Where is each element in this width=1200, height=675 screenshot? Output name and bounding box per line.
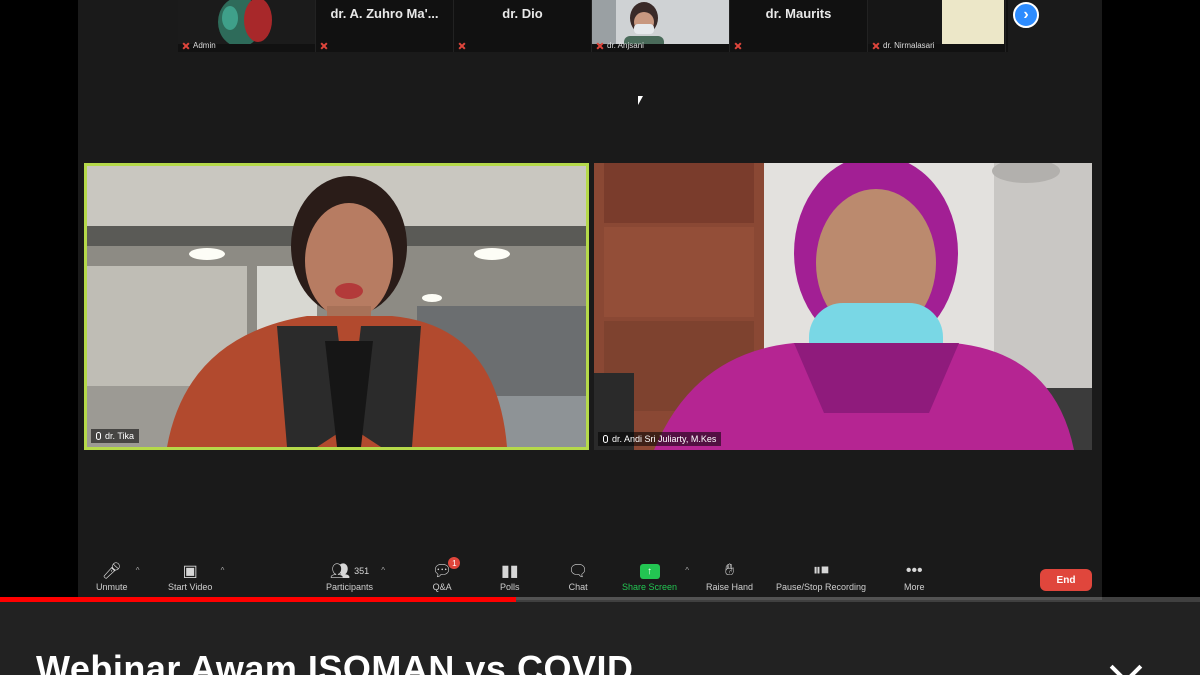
participant-video — [868, 0, 1005, 44]
pause-stop-recording-button[interactable]: ⏸︎⏹︎ Pause/Stop Recording — [776, 560, 866, 592]
participant-video — [87, 166, 586, 447]
chevron-up-icon[interactable]: ^ — [381, 566, 385, 575]
start-video-button[interactable]: ▣ Start Video ^ — [168, 560, 224, 592]
chat-icon: 🗨︎ — [568, 563, 589, 580]
share-screen-icon: ↑ — [639, 560, 660, 582]
participant-thumbnail[interactable]: dr. A. Zuhro Ma'... — [316, 0, 454, 52]
button-label: Raise Hand — [706, 582, 754, 592]
microphone-icon — [96, 432, 101, 440]
chevron-up-icon[interactable]: ^ — [221, 566, 225, 575]
muted-microphone-icon: 🎤︎ — [101, 563, 122, 580]
muted-mic-icon — [596, 42, 604, 50]
button-label: Chat — [568, 582, 588, 592]
microphone-icon — [603, 435, 608, 443]
participants-button[interactable]: 👥︎ 351 Participants ^ — [326, 560, 385, 592]
meeting-toolbar: 🎤︎ Unmute ^ ▣ Start Video ^ 👥︎ 351 Parti… — [78, 552, 1102, 600]
participant-name-tag: dr. Andi Sri Juliarty, M.Kes — [598, 432, 722, 446]
chevron-right-icon[interactable]: › — [1013, 2, 1039, 28]
participant-thumbnail-strip: Admin dr. A. Zuhro Ma'... dr. Dio dr. An… — [178, 0, 1008, 52]
qa-badge: 1 — [448, 557, 461, 569]
muted-mic-icon — [872, 42, 880, 50]
participant-label — [734, 42, 742, 50]
qa-icon: 💬︎ 1 — [432, 557, 461, 582]
button-label: Pause/Stop Recording — [776, 582, 867, 592]
muted-mic-icon — [182, 42, 190, 50]
button-label: Participants — [326, 582, 374, 592]
video-off-icon: ▣ — [182, 563, 198, 580]
participant-name: dr. A. Zuhro Ma'... — [330, 5, 439, 21]
chevron-up-icon[interactable]: ^ — [136, 566, 140, 575]
participant-thumbnail[interactable]: Admin — [178, 0, 316, 52]
participant-video — [594, 163, 1092, 450]
participant-thumbnail[interactable]: dr. Nirmalasari — [868, 0, 1006, 52]
close-icon[interactable] — [1104, 660, 1146, 675]
zoom-meeting-window: Admin dr. A. Zuhro Ma'... dr. Dio dr. An… — [78, 0, 1102, 600]
button-label: More — [904, 582, 925, 592]
participant-name: dr. Dio — [502, 5, 543, 21]
video-tile[interactable]: dr. Andi Sri Juliarty, M.Kes — [594, 163, 1092, 450]
video-title: Webinar Awam ISOMAN vs COVID — [36, 648, 634, 675]
video-title-bar: Webinar Awam ISOMAN vs COVID — [0, 602, 1200, 675]
participant-label — [458, 42, 466, 50]
participant-name: dr. Andi Sri Juliarty, M.Kes — [612, 434, 717, 444]
raise-hand-button[interactable]: ✋︎ Raise Hand — [706, 560, 753, 592]
polls-icon: ▮▮ — [500, 563, 519, 580]
participant-count: 351 — [354, 566, 370, 576]
participant-label: Admin — [182, 41, 216, 50]
participants-icon: 👥︎ 351 — [329, 563, 370, 580]
button-label: Share Screen — [622, 582, 678, 592]
chevron-up-icon[interactable]: ^ — [685, 566, 689, 575]
letterbox-left — [0, 0, 78, 600]
participant-name-tag: dr. Tika — [91, 429, 140, 443]
participant-video — [592, 0, 729, 44]
button-label: Unmute — [96, 582, 128, 592]
participant-label: dr. Nirmalasari — [872, 41, 935, 50]
participant-label — [320, 42, 328, 50]
share-screen-button[interactable]: ↑ Share Screen ^ — [622, 560, 689, 592]
participant-name: dr. Maurits — [765, 5, 832, 21]
end-meeting-button[interactable]: End — [1040, 569, 1092, 591]
button-label: Polls — [500, 582, 520, 592]
button-label: Start Video — [168, 582, 213, 592]
muted-mic-icon — [458, 42, 466, 50]
participant-video — [178, 0, 315, 44]
participant-name: dr. Tika — [105, 431, 135, 441]
polls-button[interactable]: ▮▮ Polls — [500, 560, 520, 592]
letterbox-right — [1102, 0, 1200, 600]
qa-button[interactable]: 💬︎ 1 Q&A — [432, 557, 461, 592]
chat-button[interactable]: 🗨︎ Chat — [568, 560, 588, 592]
participant-thumbnail[interactable]: dr. Anjsani — [592, 0, 730, 52]
mouse-cursor-icon — [638, 96, 643, 105]
participant-thumbnail[interactable]: dr. Dio — [454, 0, 592, 52]
muted-mic-icon — [734, 42, 742, 50]
button-label: Q&A — [432, 582, 452, 592]
participant-label: dr. Anjsani — [596, 41, 644, 50]
raise-hand-icon: ✋︎ — [724, 562, 735, 579]
participant-thumbnail[interactable]: dr. Maurits — [730, 0, 868, 52]
more-icon: ••• — [905, 562, 923, 579]
pause-stop-icon: ⏸︎⏹︎ — [813, 562, 830, 579]
unmute-button[interactable]: 🎤︎ Unmute ^ — [96, 560, 140, 592]
video-tile-active-speaker[interactable]: dr. Tika — [84, 163, 589, 450]
muted-mic-icon — [320, 42, 328, 50]
more-button[interactable]: ••• More — [904, 560, 925, 592]
